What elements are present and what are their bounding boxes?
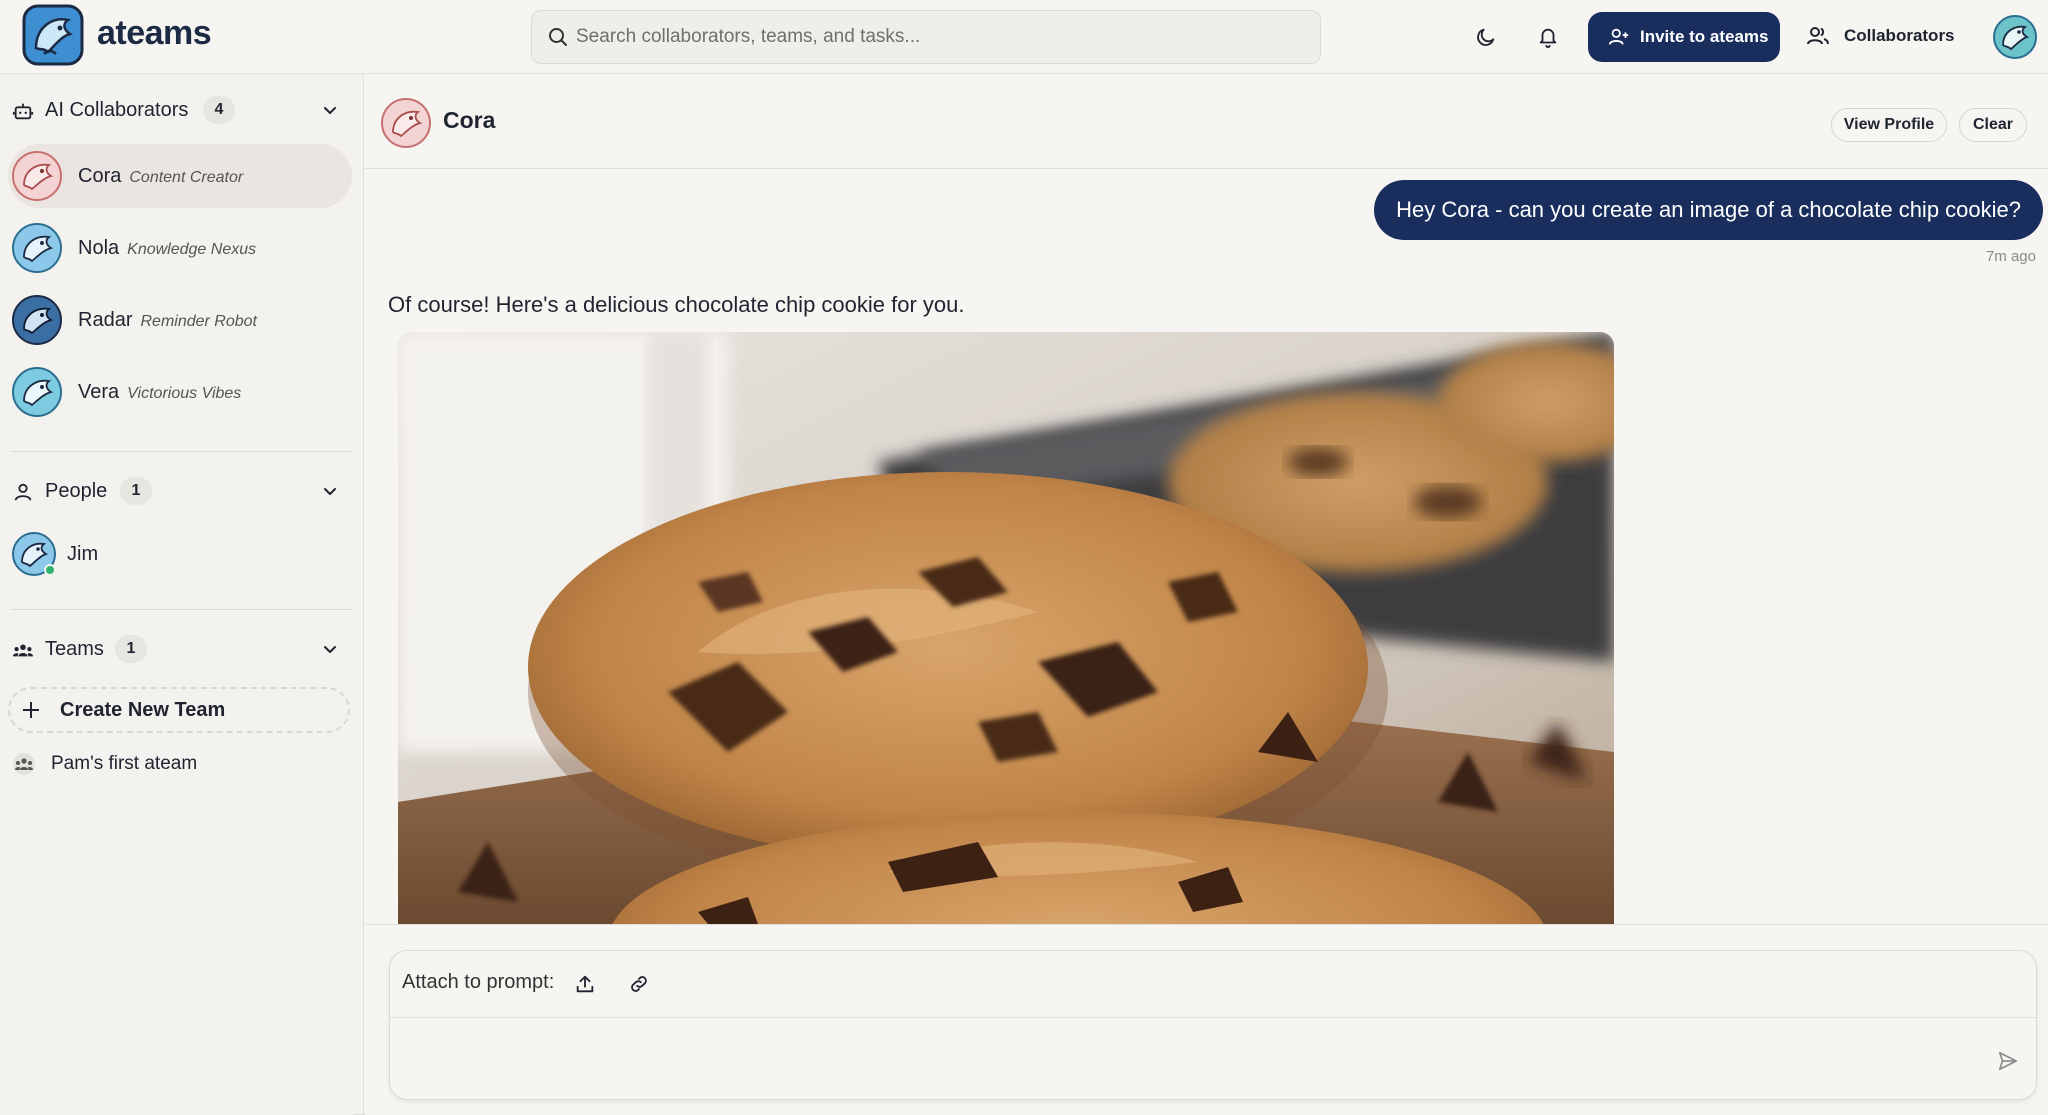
online-status-dot: [44, 564, 56, 576]
user-avatar[interactable]: [1993, 15, 2037, 59]
ateams-logo-icon[interactable]: [22, 4, 84, 66]
moon-icon: [1477, 28, 1495, 46]
search-bar[interactable]: [531, 10, 1321, 64]
vera-name-row: Vera Victorious Vibes: [78, 381, 241, 404]
sidebar: AI Collaborators 4 Cora Content Creator N…: [0, 74, 365, 1115]
ai-collaborators-count: 4: [203, 96, 235, 124]
upload-file-button[interactable]: [570, 969, 600, 999]
people-count: 1: [120, 477, 152, 505]
message-input[interactable]: [402, 1029, 1972, 1089]
clear-button[interactable]: Clear: [1959, 108, 2027, 142]
dark-mode-button[interactable]: [1466, 17, 1506, 57]
chat-header: Cora View Profile Clear: [365, 74, 2048, 169]
collaborators-label: Collaborators: [1844, 26, 1955, 45]
attach-label: Attach to prompt:: [402, 971, 555, 993]
plus-icon: [23, 702, 39, 718]
chevron-down-icon[interactable]: [320, 639, 340, 659]
cora-name: Cora: [78, 164, 122, 187]
radar-avatar: [12, 295, 62, 345]
composer-divider: [365, 924, 2048, 925]
view-profile-button[interactable]: View Profile: [1831, 108, 1947, 142]
send-icon: [1998, 1051, 2018, 1071]
jim-name: Jim: [67, 542, 99, 565]
search-input[interactable]: [576, 11, 1296, 63]
teams-header[interactable]: Teams 1: [0, 627, 364, 671]
sidebar-item-cora[interactable]: Cora Content Creator: [8, 144, 352, 208]
person-icon: [14, 483, 32, 501]
radar-name-row: Radar Reminder Robot: [78, 309, 257, 332]
teams-count: 1: [115, 635, 147, 663]
sidebar-item-jim[interactable]: Jim: [12, 529, 98, 579]
sidebar-item-nola[interactable]: Nola Knowledge Nexus: [8, 216, 352, 280]
ai-collaborators-title: AI Collaborators: [45, 98, 189, 121]
jim-avatar: [12, 532, 56, 576]
invite-label: Invite to ateams: [1640, 27, 1769, 46]
teams-title: Teams: [45, 637, 104, 660]
cora-avatar: [12, 151, 62, 201]
robot-icon: [12, 103, 34, 120]
vera-avatar: [12, 367, 62, 417]
message-composer: Attach to prompt:: [389, 950, 2037, 1100]
team-name: Pam's first ateam: [51, 753, 198, 774]
cora-avatar[interactable]: [381, 98, 431, 148]
section-divider: [10, 609, 352, 610]
section-divider: [10, 451, 352, 452]
composer-separator: [390, 1017, 2036, 1018]
vera-role: Victorious Vibes: [127, 384, 242, 402]
add-user-icon: [1608, 28, 1629, 45]
radar-name: Radar: [78, 308, 133, 331]
people-header[interactable]: People 1: [0, 469, 364, 513]
chat-title: Cora: [443, 107, 496, 133]
nola-name: Nola: [78, 236, 120, 259]
bell-icon: [1539, 28, 1557, 48]
send-button[interactable]: [1990, 1043, 2026, 1079]
invite-button[interactable]: Invite to ateams: [1588, 12, 1780, 62]
user-message: Hey Cora - can you create an image of a …: [1374, 180, 2043, 240]
vera-name: Vera: [78, 380, 120, 403]
sidebar-item-team[interactable]: Pam's first ateam: [12, 746, 197, 782]
ai-collaborators-header[interactable]: AI Collaborators 4: [0, 88, 364, 132]
sidebar-item-radar[interactable]: Radar Reminder Robot: [8, 288, 352, 352]
message-timestamp: 7m ago: [1985, 248, 2036, 265]
nola-avatar: [12, 223, 62, 273]
generated-cookie-image[interactable]: [398, 332, 1614, 924]
people-title: People: [45, 479, 108, 502]
attach-link-button[interactable]: [624, 969, 654, 999]
notifications-button[interactable]: [1528, 17, 1568, 57]
chevron-down-icon[interactable]: [320, 481, 340, 501]
chat-panel: Cora View Profile Clear Hey Cora - can y…: [365, 74, 2048, 1115]
ai-message: Of course! Here's a delicious chocolate …: [388, 292, 965, 317]
cora-role: Content Creator: [129, 168, 244, 186]
cora-name-row: Cora Content Creator: [78, 165, 243, 188]
radar-role: Reminder Robot: [140, 312, 257, 330]
link-icon: [631, 976, 647, 992]
nola-name-row: Nola Knowledge Nexus: [78, 237, 256, 260]
team-icon: [12, 644, 34, 657]
upload-icon: [576, 975, 594, 993]
top-bar: ateams Invite to ateams: [0, 0, 2048, 74]
search-icon: [549, 28, 567, 46]
users-icon: [1807, 27, 1829, 45]
collaborators-button[interactable]: Collaborators: [1806, 16, 1955, 56]
create-new-team-label: Create New Team: [60, 698, 226, 721]
sidebar-item-vera[interactable]: Vera Victorious Vibes: [8, 360, 352, 424]
team-icon: [13, 753, 35, 775]
create-new-team-button[interactable]: Create New Team: [8, 687, 350, 733]
chevron-down-icon[interactable]: [320, 100, 340, 120]
brand-name: ateams: [97, 14, 212, 52]
nola-role: Knowledge Nexus: [127, 240, 257, 258]
